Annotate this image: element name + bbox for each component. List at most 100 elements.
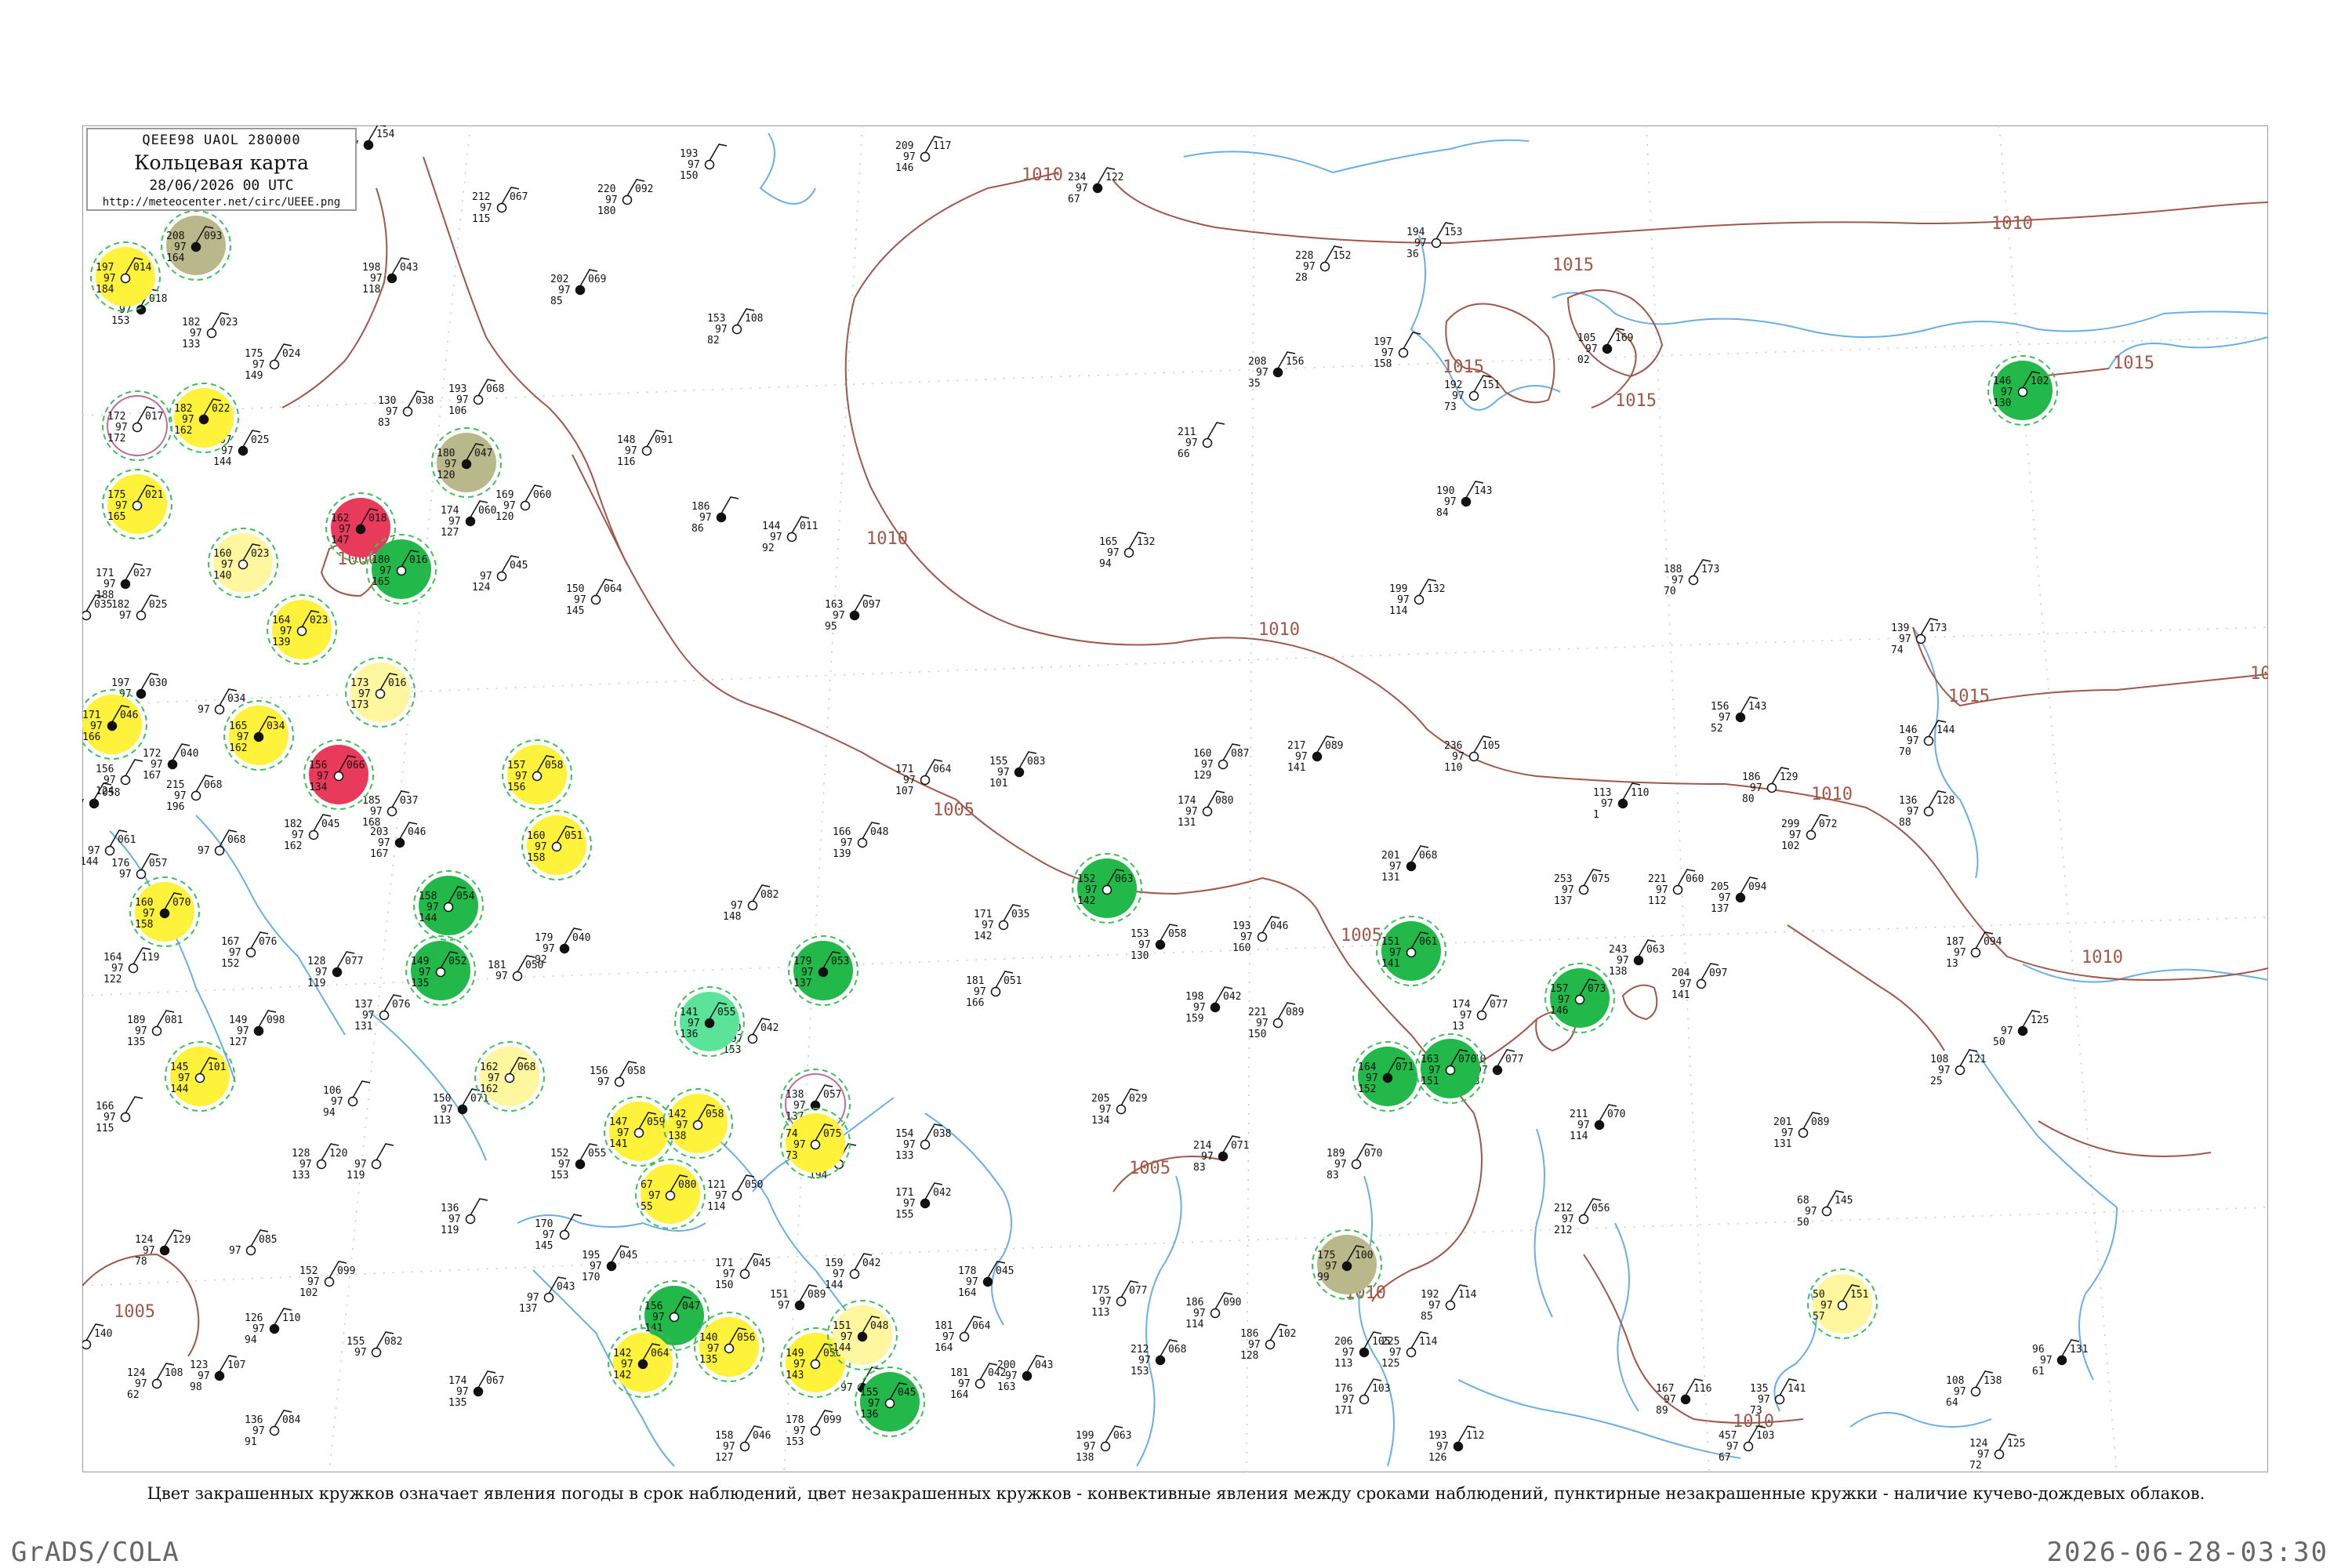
station-dewpoint: 130 <box>1993 397 2011 409</box>
station-visibility: 97 <box>2001 1025 2013 1037</box>
station-pressure: 105 <box>1482 740 1500 752</box>
station-cloud-symbol <box>1955 1065 1965 1076</box>
station-pressure: 046 <box>1270 920 1288 932</box>
station-visibility: 97 <box>1444 496 1457 508</box>
station-visibility: 97 <box>840 837 853 849</box>
station-cloud-symbol <box>457 1104 468 1115</box>
station-temperature: 176 <box>1334 1383 1352 1395</box>
station-temperature: 225 <box>1381 1336 1399 1348</box>
station-visibility: 97 <box>543 943 555 955</box>
station-visibility: 97 <box>1342 1347 1355 1359</box>
station-temperature: 193 <box>680 148 698 160</box>
station-pressure: 058 <box>545 760 563 771</box>
station-cloud-symbol <box>1202 437 1213 448</box>
station-dewpoint: 74 <box>1891 644 1904 656</box>
station-pressure: 144 <box>1936 724 1955 736</box>
station-cloud-symbol <box>665 1190 676 1201</box>
station-temperature: 151 <box>1381 936 1399 948</box>
station-temperature: 135 <box>1750 1383 1768 1395</box>
station-temperature: 146 <box>1899 724 1917 736</box>
station-cloud-symbol <box>198 414 209 425</box>
station-cloud-symbol <box>1116 1296 1127 1307</box>
station-dewpoint: 150 <box>1248 1029 1266 1040</box>
station-visibility: 97 <box>543 1229 555 1241</box>
station-temperature: 162 <box>331 513 349 524</box>
station-cloud-symbol <box>1578 884 1589 895</box>
station-visibility: 97 <box>1758 1394 1770 1406</box>
station-cloud-symbol <box>1341 1261 1352 1272</box>
station-pressure: 156 <box>1286 356 1304 368</box>
station-cloud-symbol <box>496 202 507 213</box>
station-dewpoint: 133 <box>182 339 200 350</box>
station-dewpoint: 129 <box>1193 770 1211 782</box>
station-dewpoint: 131 <box>1773 1138 1791 1150</box>
station-pressure: 125 <box>2031 1014 2049 1026</box>
station-temperature: 228 <box>1295 250 1313 262</box>
station-dewpoint: 73 <box>1444 401 1457 413</box>
station-dewpoint: 102 <box>299 1287 318 1299</box>
station-visibility: 97 <box>535 841 547 853</box>
station-cloud-symbol <box>238 445 249 456</box>
station-cloud-symbol <box>590 594 601 605</box>
station-temperature: 164 <box>272 615 291 626</box>
station-visibility: 97 <box>370 273 383 285</box>
station-dewpoint: 144 <box>170 1083 189 1095</box>
station-cloud-symbol <box>1218 1151 1229 1162</box>
station-visibility: 97 <box>115 422 128 434</box>
station-pressure: 099 <box>337 1265 355 1277</box>
station-visibility: 97 <box>833 1269 845 1280</box>
station-cloud-symbol <box>387 806 397 817</box>
station-pressure: 052 <box>448 956 466 967</box>
station-visibility: 97 <box>1977 1449 1990 1461</box>
station-dewpoint: 172 <box>107 433 125 445</box>
station-cloud-symbol <box>704 159 715 170</box>
station-visibility: 97 <box>143 908 155 920</box>
station-temperature: 166 <box>833 826 851 838</box>
station-cloud-symbol <box>1798 1127 1809 1138</box>
isobar-label: 1015 <box>1615 391 1657 411</box>
station-temperature: 192 <box>1421 1289 1439 1301</box>
station-temperature: 171 <box>96 568 114 579</box>
station-pressure: 071 <box>1231 1140 1249 1152</box>
station-cloud-symbol <box>920 1198 931 1209</box>
station-temperature: 159 <box>825 1258 843 1269</box>
station-dewpoint: 119 <box>347 1170 365 1181</box>
station-dewpoint: 167 <box>143 770 161 782</box>
station-pressure: 042 <box>933 1187 951 1199</box>
station-temperature: 151 <box>833 1320 851 1332</box>
station-temperature: 198 <box>362 262 380 274</box>
station-visibility: 97 <box>625 445 637 457</box>
station-temperature: 67 <box>641 1179 653 1191</box>
station-temperature: 186 <box>1185 1297 1203 1308</box>
station-pressure: 089 <box>1325 740 1343 752</box>
station-dewpoint: 134 <box>309 782 328 793</box>
station-cloud-symbol <box>1272 367 1283 378</box>
station-dewpoint: 57 <box>1813 1311 1825 1323</box>
station-dewpoint: 135 <box>411 978 429 989</box>
station-temperature: 136 <box>245 1414 263 1426</box>
station-pressure: 084 <box>282 1414 301 1426</box>
station-temperature: 175 <box>107 489 125 501</box>
station-visibility: 97 <box>1099 1104 1112 1116</box>
station-temperature: 136 <box>441 1203 459 1214</box>
station-visibility: 97 <box>1719 712 1731 724</box>
station-cloud-symbol <box>120 273 131 284</box>
station-cloud-symbol <box>1453 1441 1464 1452</box>
station-temperature: 171 <box>82 710 100 721</box>
station-visibility: 97 <box>699 512 712 524</box>
station-dewpoint: 118 <box>362 284 380 296</box>
station-visibility: 97 <box>527 1292 539 1304</box>
station-visibility: 97 <box>379 565 392 577</box>
station-pressure: 097 <box>1709 967 1727 979</box>
station-visibility: 97 <box>676 1120 688 1131</box>
station-dewpoint: 158 <box>135 919 153 931</box>
station-dewpoint: 137 <box>519 1303 537 1315</box>
station-cloud-symbol <box>316 1159 327 1170</box>
station-pressure: 071 <box>1396 1062 1414 1073</box>
station-cloud-symbol <box>159 908 170 919</box>
station-dewpoint: 91 <box>245 1436 257 1448</box>
station-temperature: 156 <box>1711 701 1729 713</box>
station-pressure: 129 <box>1780 771 1798 783</box>
station-pressure: 129 <box>172 1234 191 1246</box>
station-cloud-symbol <box>396 565 407 576</box>
